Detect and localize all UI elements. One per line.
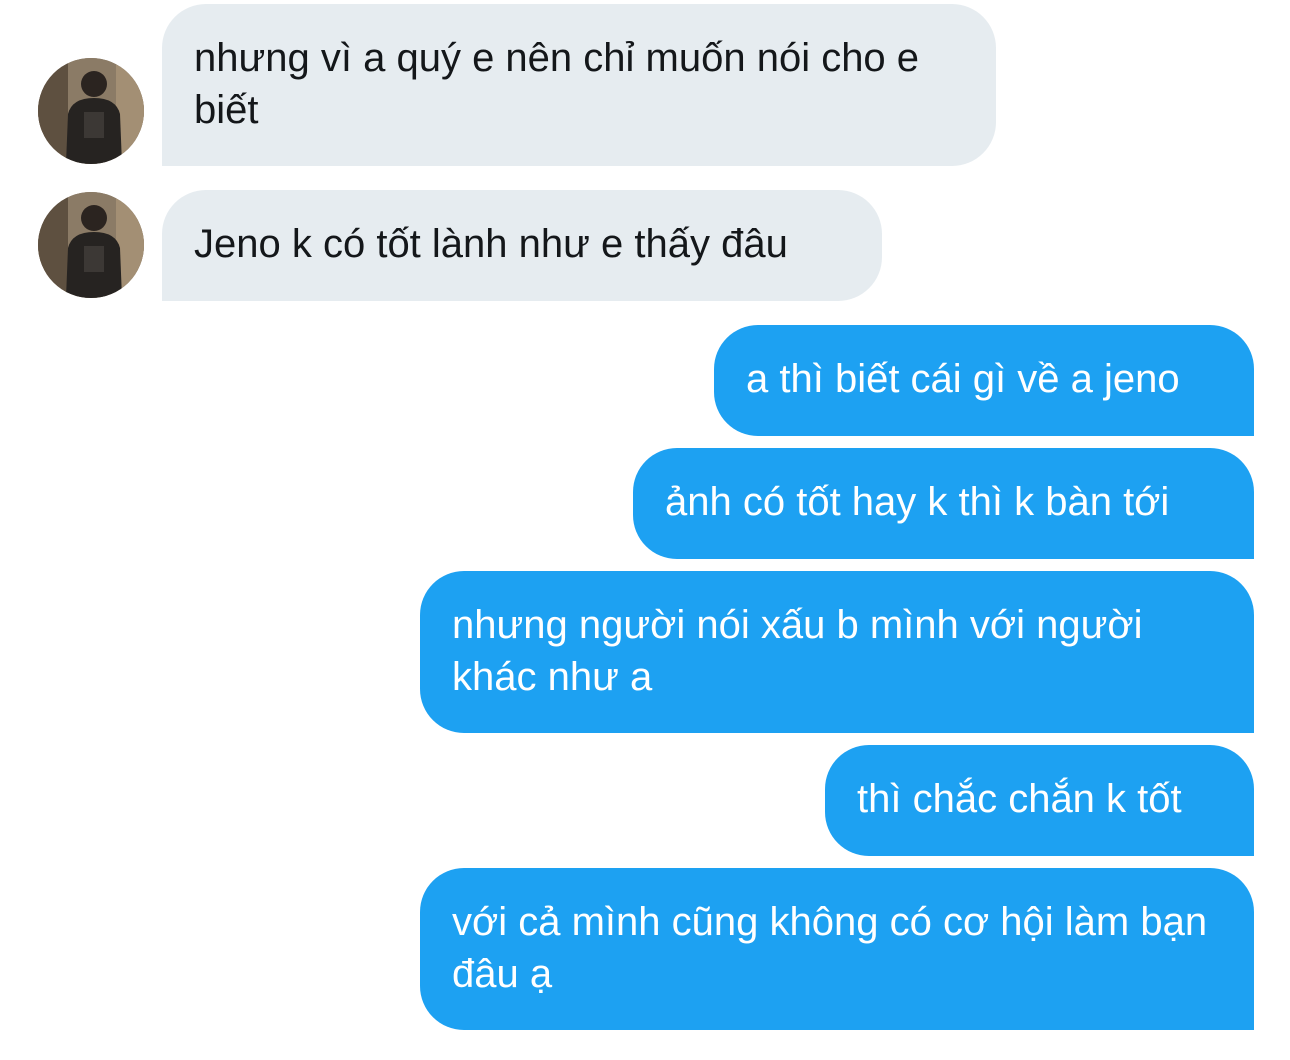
avatar-photo-icon (38, 192, 144, 298)
avatar-photo-icon (38, 58, 144, 164)
outgoing-message-bubble[interactable]: a thì biết cái gì về a jeno (714, 325, 1254, 436)
avatar[interactable] (38, 58, 144, 164)
incoming-message-bubble[interactable]: Jeno k có tốt lành như e thấy đâu (162, 190, 882, 301)
outgoing-message-bubble[interactable]: nhưng người nói xấu b mình với người khá… (420, 571, 1254, 733)
message-thread: nhưng vì a quý e nên chỉ muốn nói cho e … (0, 0, 1290, 1060)
incoming-message-bubble[interactable]: nhưng vì a quý e nên chỉ muốn nói cho e … (162, 4, 996, 166)
avatar[interactable] (38, 192, 144, 298)
outgoing-message-bubble[interactable]: thì chắc chắn k tốt (825, 745, 1254, 856)
outgoing-message-bubble[interactable]: ảnh có tốt hay k thì k bàn tới (633, 448, 1254, 559)
outgoing-message-bubble[interactable]: với cả mình cũng không có cơ hội làm bạn… (420, 868, 1254, 1030)
